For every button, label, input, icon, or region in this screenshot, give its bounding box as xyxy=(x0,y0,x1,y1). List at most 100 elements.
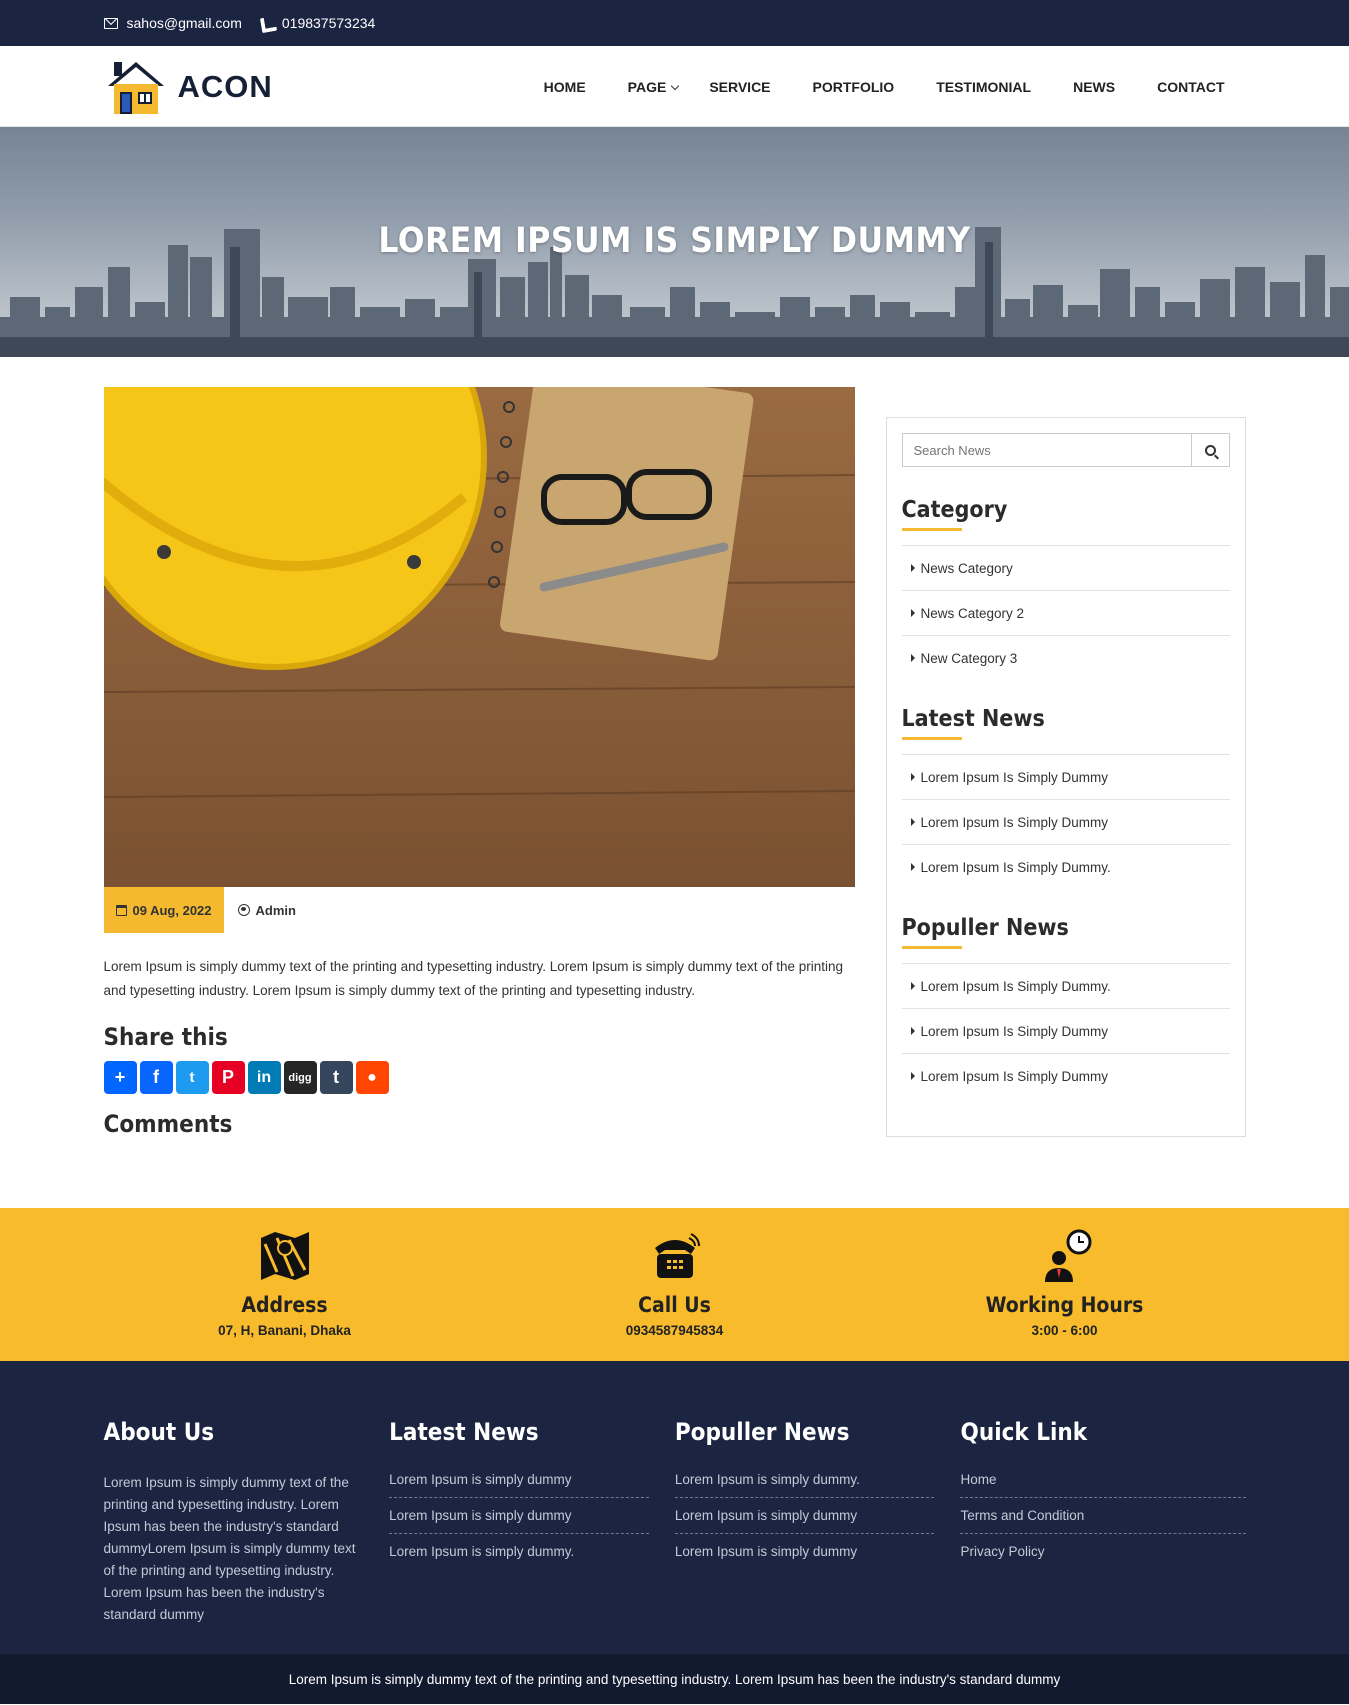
popular-news-item[interactable]: Lorem Ipsum Is Simply Dummy xyxy=(901,1008,1230,1053)
latest-news-item[interactable]: Lorem Ipsum Is Simply Dummy. xyxy=(901,844,1230,889)
page-title: LOREM IPSUM IS SIMPLY DUMMY xyxy=(378,221,971,261)
twitter-icon[interactable]: t xyxy=(175,1061,209,1094)
footer-latest-news: Latest News Lorem Ipsum is simply dummy … xyxy=(389,1418,675,1626)
footer-link-terms[interactable]: Terms and Condition xyxy=(960,1508,1246,1534)
popular-news-list: Lorem Ipsum Is Simply Dummy. Lorem Ipsum… xyxy=(901,963,1230,1098)
chevron-down-icon xyxy=(671,81,680,90)
clock-person-icon xyxy=(1044,1229,1091,1282)
search-box xyxy=(901,433,1230,467)
latest-news-title: Latest News xyxy=(901,706,1230,740)
footer-quick-links: Quick Link Home Terms and Condition Priv… xyxy=(960,1418,1246,1626)
footer-latest-item[interactable]: Lorem Ipsum is simply dummy xyxy=(389,1508,649,1534)
search-icon xyxy=(1204,444,1216,456)
post-date-text: 09 Aug, 2022 xyxy=(132,902,212,918)
footer-about-text: Lorem Ipsum is simply dummy text of the … xyxy=(103,1475,356,1622)
address-value: 07, H, Banani, Dhaka xyxy=(218,1323,351,1338)
search-button[interactable] xyxy=(1190,434,1229,466)
category-title: Category xyxy=(901,497,1230,531)
copyright-text: Lorem Ipsum is simply dummy text of the … xyxy=(288,1671,1061,1687)
telephone-icon xyxy=(654,1233,700,1278)
top-bar: sahos@gmail.com 019837573234 xyxy=(0,0,1349,46)
tumblr-icon[interactable]: t xyxy=(319,1061,353,1094)
pinterest-icon[interactable]: P xyxy=(211,1061,245,1094)
brand-name: ACON xyxy=(177,68,273,104)
nav-contact[interactable]: CONTACT xyxy=(1136,79,1245,95)
footer-latest-title: Latest News xyxy=(389,1418,539,1446)
main-content: 09 Aug, 2022 Admin Lorem Ipsum is simply… xyxy=(103,357,1246,1138)
contact-strip: Address 07, H, Banani, Dhaka Call Us 093… xyxy=(0,1208,1349,1361)
linkedin-icon[interactable]: in xyxy=(247,1061,281,1094)
brand-logo[interactable]: ACON xyxy=(104,58,273,116)
phone-text: 019837573234 xyxy=(281,15,376,31)
article-column: 09 Aug, 2022 Admin Lorem Ipsum is simply… xyxy=(103,387,855,1138)
search-input[interactable] xyxy=(902,434,1191,466)
latest-news-item[interactable]: Lorem Ipsum Is Simply Dummy xyxy=(901,799,1230,844)
digg-icon[interactable]: digg xyxy=(283,1061,317,1094)
latest-news-list: Lorem Ipsum Is Simply Dummy Lorem Ipsum … xyxy=(901,754,1230,889)
address-title: Address xyxy=(241,1293,328,1317)
category-item[interactable]: News Category 2 xyxy=(901,590,1230,635)
nav-menu: HOME PAGE SERVICE PORTFOLIO TESTIMONIAL … xyxy=(523,79,1246,95)
house-logo-icon xyxy=(107,61,164,114)
category-item[interactable]: News Category xyxy=(901,545,1230,590)
article-image xyxy=(103,387,855,887)
footer-popular-news: Populler News Lorem Ipsum is simply dumm… xyxy=(674,1418,961,1626)
nav-service[interactable]: SERVICE xyxy=(699,79,791,95)
page-banner: LOREM IPSUM IS SIMPLY DUMMY xyxy=(0,127,1349,357)
hardhat-notebook-photo xyxy=(103,387,855,887)
email-contact[interactable]: sahos@gmail.com xyxy=(103,15,242,31)
popular-news-item[interactable]: Lorem Ipsum Is Simply Dummy. xyxy=(901,963,1230,1008)
popular-news-item[interactable]: Lorem Ipsum Is Simply Dummy xyxy=(901,1053,1230,1098)
envelope-icon xyxy=(103,17,118,29)
post-meta: 09 Aug, 2022 Admin xyxy=(103,887,855,933)
footer-about: About Us Lorem Ipsum is simply dummy tex… xyxy=(104,1418,390,1626)
phone-contact[interactable]: 019837573234 xyxy=(260,15,375,31)
latest-news-item[interactable]: Lorem Ipsum Is Simply Dummy xyxy=(901,754,1230,799)
footer-popular-item[interactable]: Lorem Ipsum is simply dummy xyxy=(675,1544,935,1569)
call-value: 0934587945834 xyxy=(625,1323,724,1338)
nav-home[interactable]: HOME xyxy=(523,79,607,95)
article-body: Lorem Ipsum is simply dummy text of the … xyxy=(103,959,844,998)
post-author-text: Admin xyxy=(255,902,296,918)
nav-page[interactable]: PAGE xyxy=(607,79,700,95)
footer-popular-item[interactable]: Lorem Ipsum is simply dummy. xyxy=(674,1472,935,1498)
call-block: Call Us 0934587945834 xyxy=(480,1208,870,1361)
category-list: News Category News Category 2 New Catego… xyxy=(901,545,1230,680)
footer-link-home[interactable]: Home xyxy=(960,1472,1246,1498)
call-title: Call Us xyxy=(638,1293,711,1317)
footer-about-title: About Us xyxy=(103,1418,215,1446)
post-author[interactable]: Admin xyxy=(224,903,296,918)
plus-icon[interactable]: + xyxy=(103,1061,137,1094)
calendar-icon xyxy=(115,904,127,916)
nav-portfolio[interactable]: PORTFOLIO xyxy=(792,79,916,95)
nav-news[interactable]: NEWS xyxy=(1052,79,1136,95)
footer-popular-item[interactable]: Lorem Ipsum is simply dummy xyxy=(674,1508,935,1534)
footer-quick-title: Quick Link xyxy=(960,1418,1088,1446)
nav-testimonial[interactable]: TESTIMONIAL xyxy=(915,79,1052,95)
hours-block: Working Hours 3:00 - 6:00 xyxy=(870,1208,1260,1361)
facebook-icon[interactable]: f xyxy=(139,1061,173,1094)
hours-title: Working Hours xyxy=(985,1293,1144,1317)
copyright-bar: Lorem Ipsum is simply dummy text of the … xyxy=(0,1654,1349,1704)
email-text: sahos@gmail.com xyxy=(126,15,242,31)
category-item[interactable]: New Category 3 xyxy=(901,635,1230,680)
footer-latest-item[interactable]: Lorem Ipsum is simply dummy xyxy=(389,1472,649,1498)
main-navbar: ACON HOME PAGE SERVICE PORTFOLIO TESTIMO… xyxy=(0,46,1349,127)
comments-title: Comments xyxy=(103,1110,233,1138)
map-icon xyxy=(260,1232,309,1280)
footer-popular-title: Populler News xyxy=(674,1418,850,1446)
sidebar: Category News Category News Category 2 N… xyxy=(885,417,1246,1137)
address-block: Address 07, H, Banani, Dhaka xyxy=(90,1208,480,1361)
share-title: Share this xyxy=(103,1023,228,1051)
footer-link-privacy[interactable]: Privacy Policy xyxy=(960,1544,1245,1569)
phone-icon xyxy=(260,17,273,30)
hours-value: 3:00 - 6:00 xyxy=(1031,1323,1098,1338)
popular-news-title: Populler News xyxy=(901,915,1230,949)
footer: About Us Lorem Ipsum is simply dummy tex… xyxy=(0,1361,1349,1654)
reddit-icon[interactable]: ● xyxy=(355,1061,389,1094)
nav-page-label: PAGE xyxy=(627,78,667,95)
user-icon xyxy=(237,904,250,916)
post-date: 09 Aug, 2022 xyxy=(103,887,224,933)
share-buttons: + f t P in digg t ● xyxy=(103,1061,855,1094)
footer-latest-item[interactable]: Lorem Ipsum is simply dummy. xyxy=(389,1544,649,1569)
